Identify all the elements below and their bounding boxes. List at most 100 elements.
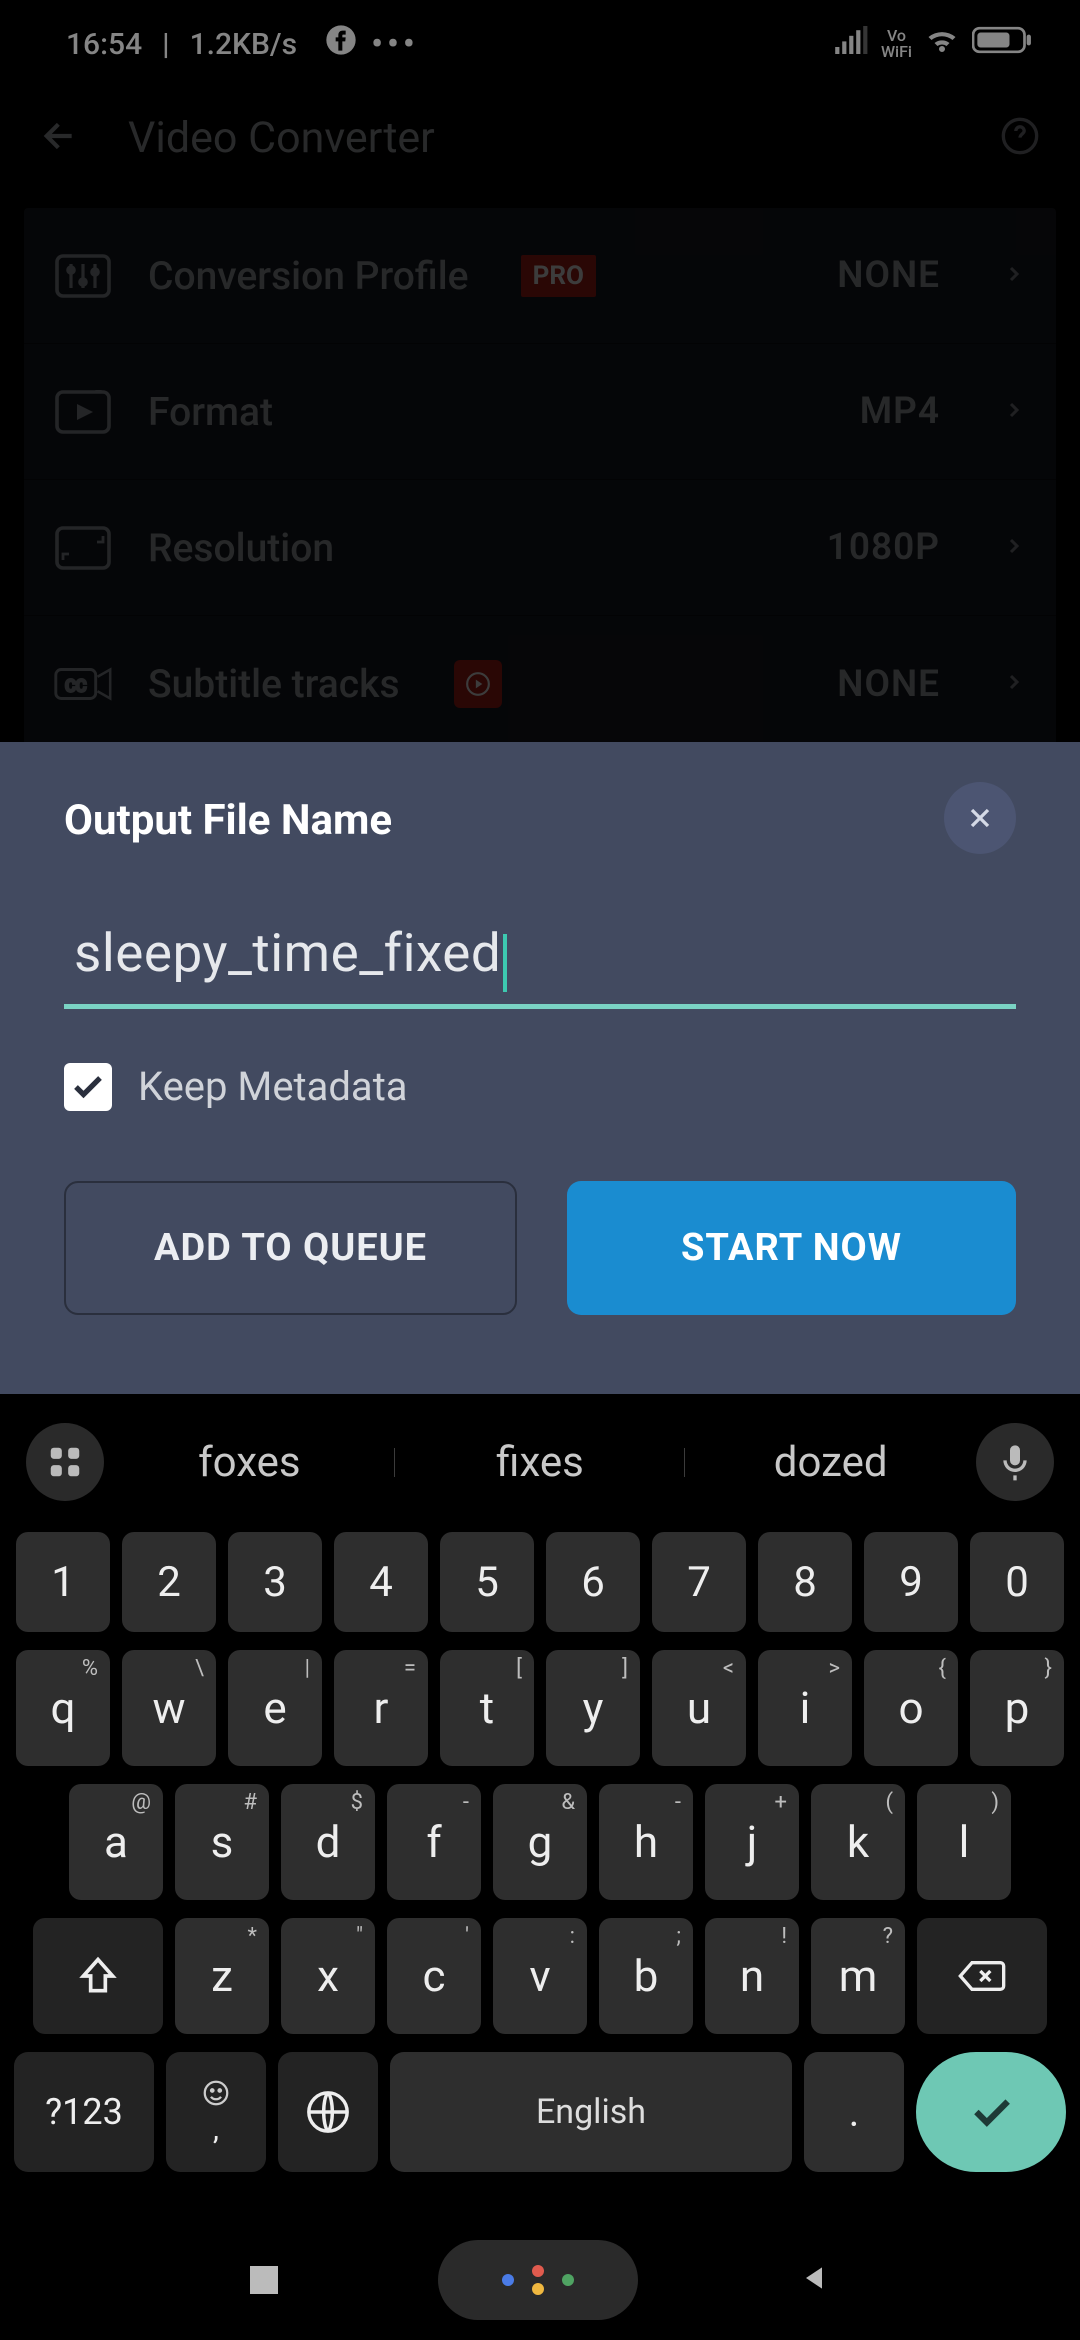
setting-label: Resolution	[148, 525, 334, 571]
chevron-right-icon	[976, 534, 1026, 562]
nav-recent-icon[interactable]	[250, 2266, 278, 2294]
comma-sublabel: ,	[213, 2112, 219, 2147]
setting-value: NONE	[837, 254, 940, 297]
key-a[interactable]: a@	[69, 1784, 163, 1900]
start-now-button[interactable]: START NOW	[567, 1181, 1016, 1315]
key-b[interactable]: b;	[599, 1918, 693, 2034]
battery-icon	[972, 24, 1032, 64]
filename-input[interactable]: sleepy_time_fixed	[64, 922, 1016, 1009]
key-u[interactable]: u<	[652, 1650, 746, 1766]
key-w[interactable]: w\	[122, 1650, 216, 1766]
sheet-title: Output File Name	[64, 796, 392, 845]
key-l[interactable]: l)	[917, 1784, 1011, 1900]
setting-label: Conversion Profile	[148, 253, 469, 299]
key-4[interactable]: 4	[334, 1532, 428, 1632]
setting-row-subtitle-tracks[interactable]: CC Subtitle tracks NONE	[24, 616, 1056, 752]
shift-key[interactable]	[33, 1918, 163, 2034]
status-time: 16:54	[66, 27, 142, 62]
key-d[interactable]: d$	[281, 1784, 375, 1900]
button-label: START NOW	[681, 1226, 902, 1270]
backspace-key[interactable]	[917, 1918, 1047, 2034]
emoji-key[interactable]: ,	[166, 2052, 266, 2172]
chevron-right-icon	[976, 670, 1026, 698]
nav-back-icon[interactable]	[798, 2262, 830, 2298]
button-label: ADD TO QUEUE	[154, 1226, 427, 1270]
key-7[interactable]: 7	[652, 1532, 746, 1632]
key-t[interactable]: t[	[440, 1650, 534, 1766]
microphone-icon[interactable]	[976, 1423, 1054, 1501]
wifi-icon	[924, 25, 960, 63]
key-0[interactable]: 0	[970, 1532, 1064, 1632]
key-m[interactable]: m?	[811, 1918, 905, 2034]
svg-text:CC: CC	[65, 676, 86, 695]
text-cursor	[503, 934, 507, 992]
setting-row-conversion-profile[interactable]: Conversion Profile PRO NONE	[24, 208, 1056, 344]
status-separator: |	[162, 27, 169, 62]
subtitle-icon: CC	[54, 662, 112, 706]
output-filename-sheet: Output File Name sleepy_time_fixed Keep …	[0, 742, 1080, 1394]
setting-value: MP4	[860, 390, 940, 433]
enter-key[interactable]	[916, 2052, 1066, 2172]
keep-metadata-checkbox[interactable]: Keep Metadata	[64, 1063, 1016, 1111]
nav-home-pill[interactable]	[438, 2240, 638, 2320]
key-f[interactable]: f-	[387, 1784, 481, 1900]
signal-icon	[835, 26, 869, 62]
back-arrow-icon[interactable]	[40, 116, 80, 160]
period-key[interactable]: .	[804, 2052, 904, 2172]
key-8[interactable]: 8	[758, 1532, 852, 1632]
key-6[interactable]: 6	[546, 1532, 640, 1632]
key-v[interactable]: v:	[493, 1918, 587, 2034]
key-e[interactable]: e|	[228, 1650, 322, 1766]
key-s[interactable]: s#	[175, 1784, 269, 1900]
key-h[interactable]: h-	[599, 1784, 693, 1900]
checkbox-label: Keep Metadata	[138, 1063, 408, 1110]
symbols-key[interactable]: ?123	[14, 2052, 154, 2172]
status-net-speed: 1.2KB/s	[190, 27, 297, 62]
key-x[interactable]: x"	[281, 1918, 375, 2034]
suggestion-item[interactable]: foxes	[104, 1438, 395, 1487]
key-o[interactable]: o{	[864, 1650, 958, 1766]
setting-row-resolution[interactable]: Resolution 1080P	[24, 480, 1056, 616]
key-c[interactable]: c'	[387, 1918, 481, 2034]
key-n[interactable]: n!	[705, 1918, 799, 2034]
chevron-right-icon	[976, 262, 1026, 290]
key-p[interactable]: p}	[970, 1650, 1064, 1766]
setting-label: Subtitle tracks	[148, 661, 400, 707]
settings-list: Conversion Profile PRO NONE Format MP4 R…	[24, 208, 1056, 752]
pro-badge: PRO	[521, 255, 596, 297]
sliders-icon	[54, 254, 112, 298]
suggestion-item[interactable]: fixes	[395, 1438, 686, 1487]
language-key[interactable]	[278, 2052, 378, 2172]
key-1[interactable]: 1	[16, 1532, 110, 1632]
close-button[interactable]	[944, 782, 1016, 854]
key-z[interactable]: z*	[175, 1918, 269, 2034]
key-k[interactable]: k(	[811, 1784, 905, 1900]
more-icon: •••	[371, 24, 419, 64]
keyboard-apps-icon[interactable]	[26, 1423, 104, 1501]
setting-value: 1080P	[827, 526, 940, 569]
key-y[interactable]: y]	[546, 1650, 640, 1766]
spacebar-key[interactable]: English	[390, 2052, 792, 2172]
app-header: Video Converter	[0, 88, 1080, 188]
help-icon[interactable]	[1000, 116, 1040, 160]
key-j[interactable]: j+	[705, 1784, 799, 1900]
resolution-icon	[54, 526, 112, 570]
key-q[interactable]: q%	[16, 1650, 110, 1766]
system-nav-bar	[0, 2220, 1080, 2340]
key-i[interactable]: i>	[758, 1650, 852, 1766]
key-g[interactable]: g&	[493, 1784, 587, 1900]
vowifi-icon: Vo WiFi	[881, 28, 912, 60]
facebook-icon	[325, 24, 357, 64]
key-5[interactable]: 5	[440, 1532, 534, 1632]
keyboard-suggestions: foxes fixes dozed	[104, 1438, 976, 1487]
suggestion-item[interactable]: dozed	[685, 1438, 976, 1487]
add-to-queue-button[interactable]: ADD TO QUEUE	[64, 1181, 517, 1315]
key-2[interactable]: 2	[122, 1532, 216, 1632]
key-r[interactable]: r=	[334, 1650, 428, 1766]
key-3[interactable]: 3	[228, 1532, 322, 1632]
key-9[interactable]: 9	[864, 1532, 958, 1632]
setting-value: NONE	[837, 663, 940, 706]
soft-keyboard: foxes fixes dozed 1234567890 q%w\e|r=t[y…	[0, 1394, 1080, 2340]
setting-row-format[interactable]: Format MP4	[24, 344, 1056, 480]
chevron-right-icon	[976, 398, 1026, 426]
